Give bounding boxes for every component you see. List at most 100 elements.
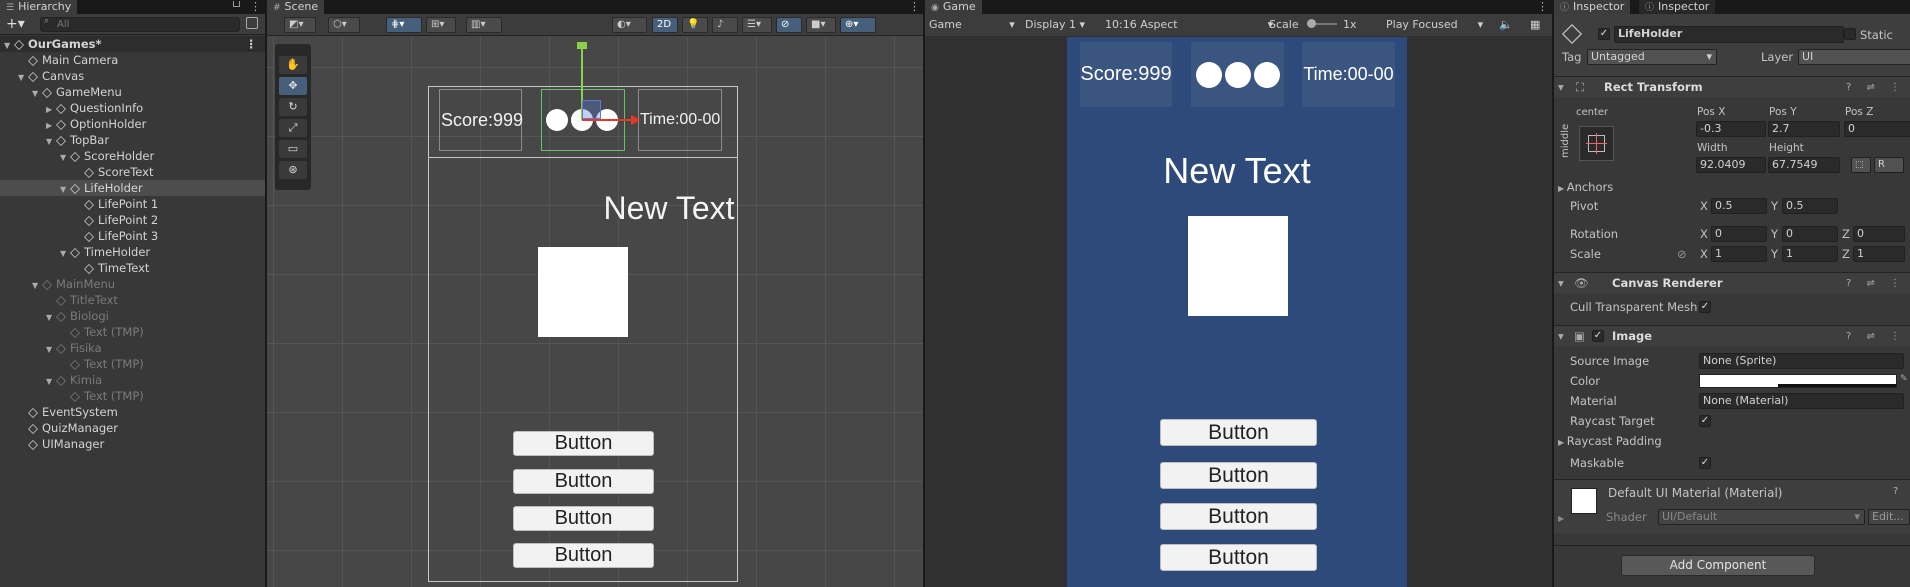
rotate-tool-icon[interactable]: ↻ bbox=[279, 98, 307, 116]
hierarchy-item[interactable]: LifePoint 1 bbox=[0, 196, 265, 212]
constrain-proportions-icon[interactable]: ⊘ bbox=[1677, 247, 1687, 261]
raycast-target-checkbox[interactable]: ✓ bbox=[1699, 415, 1711, 427]
kebab-menu-icon[interactable]: ⋮ bbox=[1537, 0, 1548, 14]
kebab-menu-icon[interactable]: ⋮ bbox=[250, 0, 261, 14]
time-text[interactable]: Time:00-00 bbox=[638, 89, 722, 151]
canvas-renderer-header[interactable]: ▾ 👁 Canvas Renderer ? ⇌ ⋮ bbox=[1554, 272, 1910, 293]
height-field[interactable]: 67.7549 bbox=[1768, 157, 1840, 173]
help-icon[interactable]: ? bbox=[1893, 486, 1898, 497]
rect-tool-icon[interactable]: ▭ bbox=[279, 140, 307, 158]
gizmos-button[interactable]: ⊕▾ bbox=[840, 17, 876, 33]
hierarchy-item[interactable]: EventSystem bbox=[0, 404, 265, 420]
hierarchy-item[interactable]: TitleText bbox=[0, 292, 265, 308]
scale-z-field[interactable]: 1 bbox=[1853, 246, 1905, 262]
hierarchy-item[interactable]: Text (TMP) bbox=[0, 324, 265, 340]
image-enabled-checkbox[interactable]: ✓ bbox=[1592, 330, 1604, 342]
game-button-4[interactable]: Button bbox=[1160, 544, 1317, 571]
transform-tool-icon[interactable]: ⊛ bbox=[279, 161, 307, 179]
pos-y-field[interactable]: 2.7 bbox=[1768, 121, 1840, 137]
image-header[interactable]: ▾ ▣ ✓ Image ? ⇌ ⋮ bbox=[1554, 325, 1910, 346]
audio-toggle-icon[interactable]: ♪ bbox=[712, 17, 738, 33]
hierarchy-item[interactable]: ▼ Fisika bbox=[0, 340, 265, 356]
score-text[interactable]: Score:999 bbox=[439, 89, 523, 151]
hierarchy-item[interactable]: Main Camera bbox=[0, 52, 265, 68]
pos-x-field[interactable]: -0.3 bbox=[1696, 121, 1766, 137]
active-checkbox[interactable]: ✓ bbox=[1598, 28, 1610, 40]
grid-snap-button[interactable]: ⋕▾ bbox=[386, 17, 422, 33]
anchor-preset-button[interactable] bbox=[1579, 126, 1614, 161]
hierarchy-item[interactable]: Text (TMP) bbox=[0, 388, 265, 404]
camera-button[interactable]: ■▾ bbox=[806, 17, 836, 33]
scale-tool-icon[interactable]: ⤢ bbox=[279, 119, 307, 137]
hierarchy-item[interactable]: ▼ Biologi bbox=[0, 308, 265, 324]
hierarchy-item[interactable]: ▼ TimeHolder bbox=[0, 244, 265, 260]
2d-toggle-button[interactable]: 2D bbox=[652, 17, 678, 33]
raycast-padding-row[interactable]: ▶ Raycast Padding bbox=[1558, 434, 1662, 448]
add-component-button[interactable]: Add Component bbox=[1621, 555, 1815, 576]
hierarchy-item[interactable]: ▼ GameMenu bbox=[0, 84, 265, 100]
layer-select[interactable]: UI bbox=[1798, 49, 1910, 65]
gizmo-x-arrow-icon[interactable] bbox=[631, 115, 641, 125]
hierarchy-item[interactable]: ScoreText bbox=[0, 164, 265, 180]
hand-tool-icon[interactable]: ✋ bbox=[279, 56, 307, 74]
hierarchy-item[interactable]: ▶ OptionHolder bbox=[0, 116, 265, 132]
pos-z-field[interactable]: 0 bbox=[1844, 121, 1910, 137]
play-mode-select[interactable]: Play Focused ▾ bbox=[1386, 16, 1483, 34]
hierarchy-item[interactable]: ▼ Kimia bbox=[0, 372, 265, 388]
pivot-y-field[interactable]: 0.5 bbox=[1782, 198, 1838, 214]
anchors-row[interactable]: ▶ Anchors bbox=[1558, 180, 1613, 194]
game-button-3[interactable]: Button bbox=[1160, 503, 1317, 530]
gizmo-align-button[interactable]: ▥▾ bbox=[466, 17, 502, 33]
game-button-1[interactable]: Button bbox=[1160, 419, 1317, 446]
tab-inspector-2[interactable]: ⓘ Inspector bbox=[1639, 0, 1716, 14]
material-field[interactable]: None (Material) bbox=[1699, 393, 1904, 409]
color-field[interactable] bbox=[1699, 374, 1897, 388]
visibility-toggle-icon[interactable]: ⊘ bbox=[776, 17, 802, 33]
hierarchy-item[interactable]: TimeText bbox=[0, 260, 265, 276]
expand-arrow-icon[interactable]: ▶ bbox=[1558, 514, 1564, 523]
hierarchy-item[interactable]: UIManager bbox=[0, 436, 265, 452]
hierarchy-item[interactable]: ▼ TopBar bbox=[0, 132, 265, 148]
stats-icon[interactable]: ▦ bbox=[1530, 16, 1540, 34]
lock-icon[interactable] bbox=[233, 1, 240, 7]
rot-z-field[interactable]: 0 bbox=[1853, 226, 1905, 242]
hierarchy-item[interactable]: LifePoint 2 bbox=[0, 212, 265, 228]
scene-button-3[interactable]: Button bbox=[513, 506, 654, 531]
scene-visibility-icon[interactable] bbox=[246, 17, 258, 29]
rect-transform-header[interactable]: ▾ ⛶ Rect Transform ? ⇌ ⋮ bbox=[1554, 76, 1910, 97]
shader-select[interactable]: UI/Default ▾ bbox=[1658, 509, 1865, 525]
aspect-select[interactable]: 10:16 Aspect ▾ bbox=[1105, 16, 1273, 34]
gizmo-plane-handle[interactable] bbox=[582, 100, 601, 119]
hierarchy-item[interactable]: LifePoint 3 bbox=[0, 228, 265, 244]
hierarchy-item[interactable]: ▼ MainMenu bbox=[0, 276, 265, 292]
search-input[interactable]: All bbox=[40, 17, 240, 32]
hierarchy-item[interactable]: QuizManager bbox=[0, 420, 265, 436]
lighting-toggle-icon[interactable]: 💡 bbox=[682, 17, 708, 33]
kebab-menu-icon[interactable]: ⋮ bbox=[246, 36, 258, 52]
component-menu-icons[interactable]: ? ⇌ ⋮ bbox=[1846, 77, 1906, 98]
blueprint-mode-icon[interactable]: ⬚ bbox=[1851, 157, 1871, 173]
cull-checkbox[interactable]: ✓ bbox=[1699, 301, 1711, 313]
snap-increment-button[interactable]: ⊞▾ bbox=[426, 17, 456, 33]
width-field[interactable]: 92.0409 bbox=[1696, 157, 1766, 173]
audio-icon[interactable]: 🔈 bbox=[1499, 16, 1513, 34]
tab-inspector-1[interactable]: ⓘ Inspector bbox=[1554, 0, 1631, 14]
add-object-button[interactable]: +▾ bbox=[6, 16, 25, 32]
hierarchy-item[interactable]: ▼ LifeHolder bbox=[0, 180, 265, 196]
object-name-field[interactable]: LifeHolder bbox=[1614, 26, 1844, 43]
hierarchy-item[interactable]: ▼ OurGames* ⋮ bbox=[0, 36, 265, 52]
scale-y-field[interactable]: 1 bbox=[1782, 246, 1838, 262]
game-view-select[interactable]: Game ▾ bbox=[929, 16, 1015, 34]
static-checkbox[interactable] bbox=[1844, 28, 1856, 40]
tab-game[interactable]: ◉ Game bbox=[925, 0, 982, 14]
image-block[interactable] bbox=[538, 247, 628, 337]
tag-select[interactable]: Untagged ▾ bbox=[1587, 49, 1717, 65]
hierarchy-item[interactable]: ▶ QuestionInfo bbox=[0, 100, 265, 116]
raw-edit-button[interactable]: R bbox=[1874, 157, 1904, 173]
component-menu-icons[interactable]: ? ⇌ ⋮ bbox=[1846, 273, 1906, 294]
scene-button-4[interactable]: Button bbox=[513, 543, 654, 568]
life-point-1[interactable] bbox=[546, 109, 568, 131]
pivot-x-field[interactable]: 0.5 bbox=[1711, 198, 1767, 214]
shading-button[interactable]: ⬡▾ bbox=[328, 17, 360, 33]
kebab-menu-icon[interactable]: ⋮ bbox=[909, 0, 920, 14]
